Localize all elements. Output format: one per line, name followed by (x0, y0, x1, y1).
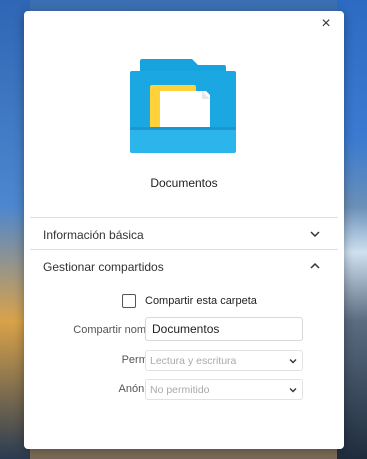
close-button[interactable]: × (316, 14, 336, 34)
anonymous-value: No permitido (150, 384, 210, 396)
folder-name: Documentos (150, 176, 218, 190)
permission-select[interactable]: Lectura y escritura (145, 350, 303, 371)
share-folder-label: Compartir esta carpeta (145, 295, 257, 307)
properties-dialog: × Documentos Información básica Gestiona… (24, 11, 344, 449)
share-name-input[interactable] (145, 317, 303, 341)
chevron-up-icon (310, 262, 320, 269)
share-folder-checkbox[interactable] (122, 294, 136, 308)
sharing-label: Gestionar compartidos (43, 260, 164, 274)
basic-info-section-header[interactable]: Información básica (24, 219, 344, 251)
divider (30, 249, 338, 250)
permission-value: Lectura y escritura (150, 355, 237, 367)
divider (30, 217, 338, 218)
chevron-down-icon (289, 359, 297, 364)
chevron-down-icon (289, 388, 297, 393)
chevron-down-icon (310, 231, 320, 238)
basic-info-label: Información básica (43, 228, 144, 242)
anonymous-select[interactable]: No permitido (145, 379, 303, 400)
close-icon: × (321, 15, 331, 32)
sharing-section-header[interactable]: Gestionar compartidos (24, 251, 344, 283)
folder-icon (128, 57, 238, 157)
